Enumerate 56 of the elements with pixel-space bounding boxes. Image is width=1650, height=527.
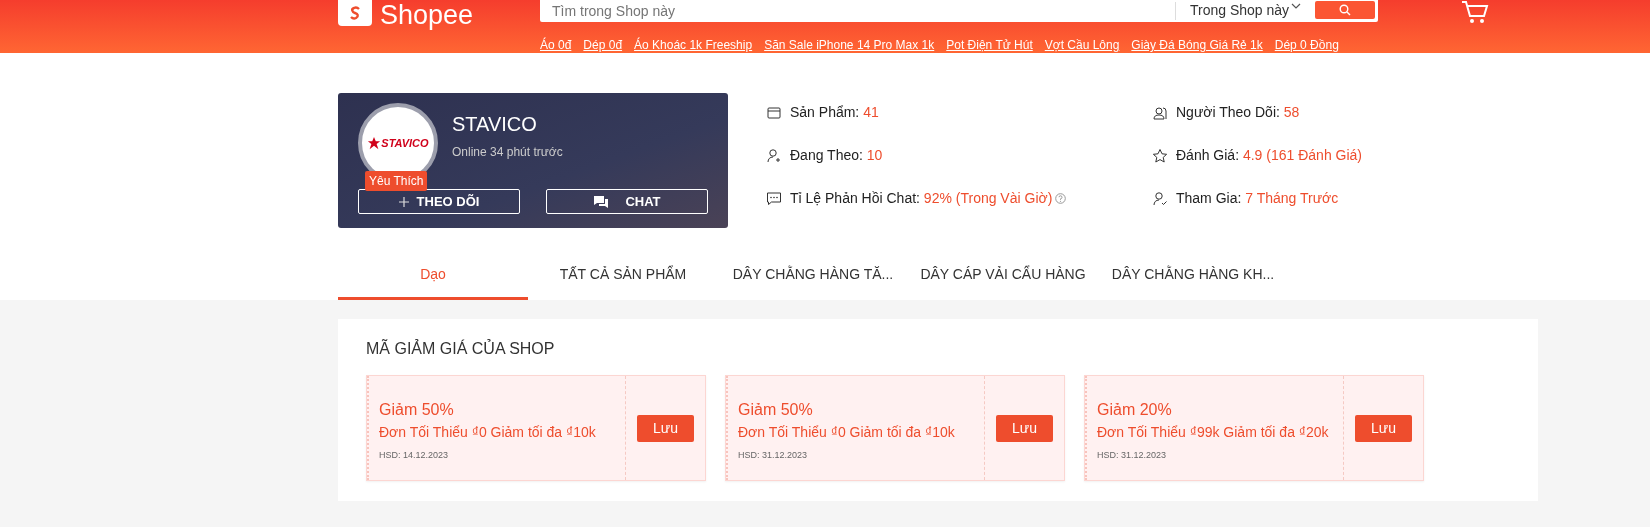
help-icon[interactable] bbox=[1055, 193, 1067, 204]
star-icon bbox=[1152, 147, 1168, 164]
tab[interactable]: Dạo bbox=[338, 250, 528, 300]
follow-button[interactable]: THEO DÕI bbox=[358, 189, 520, 214]
online-status: Online 34 phút trước bbox=[452, 144, 563, 161]
save-button[interactable]: Lưu bbox=[637, 414, 694, 442]
stat-text: Người Theo Dõi: 58 bbox=[1176, 103, 1300, 122]
stat-text: Đang Theo: 10 bbox=[790, 146, 883, 165]
keyword-link[interactable]: Dép 0đ bbox=[583, 36, 623, 54]
person-check-icon bbox=[1152, 190, 1168, 207]
keyword-link[interactable]: Pot Điện Tử Hút bbox=[946, 36, 1033, 54]
store-icon bbox=[766, 104, 782, 121]
discount-text: Giảm 20% bbox=[1097, 400, 1173, 420]
logo-text[interactable]: Shopee bbox=[380, 0, 474, 30]
expiry-text: HSD: 14.12.2023 bbox=[379, 449, 450, 462]
discount-text: Giảm 50% bbox=[738, 400, 814, 420]
search-icon bbox=[1339, 4, 1351, 16]
search-button[interactable] bbox=[1315, 1, 1375, 19]
chat-icon bbox=[593, 194, 610, 209]
plus-icon bbox=[398, 196, 409, 207]
keyword-link[interactable]: Săn Sale iPhone 14 Pro Max 1k bbox=[764, 36, 935, 54]
stat-text: Sản Phẩm: 41 bbox=[790, 103, 879, 122]
tab[interactable]: DÂY CHẰNG HÀNG TĂ... bbox=[718, 250, 908, 300]
save-button[interactable]: Lưu bbox=[996, 414, 1053, 442]
keyword-link[interactable]: Dép 0 Đồng bbox=[1274, 36, 1339, 54]
condition-text: Đơn Tối Thiểu ₫0 Giảm tối đa ₫10k bbox=[738, 423, 956, 442]
cart-icon[interactable] bbox=[1460, 0, 1490, 24]
shop-name: STAVICO bbox=[452, 112, 538, 137]
search-field[interactable]: Tìm trong Shop này Trong Shop này bbox=[540, 0, 1378, 22]
expiry-text: HSD: 31.12.2023 bbox=[738, 449, 809, 462]
chat-icon bbox=[766, 190, 782, 207]
person-add-icon bbox=[766, 147, 782, 164]
tab[interactable]: DÂY CÁP VẢI CẨU HÀNG bbox=[908, 250, 1098, 300]
keyword-link[interactable]: Áo 0đ bbox=[540, 36, 572, 54]
section-title: MÃ GIẢM GIÁ CỦA SHOP bbox=[366, 338, 556, 359]
scope-dropdown[interactable]: Trong Shop này bbox=[1190, 2, 1290, 20]
stat-text: Tỉ Lệ Phản Hồi Chat: 92% (Trong Vài Giờ) bbox=[790, 189, 1053, 208]
logo-icon bbox=[338, 0, 372, 26]
keyword-link[interactable]: Giày Đá Bóng Giá Rẻ 1k bbox=[1131, 36, 1263, 54]
tab[interactable]: TẤT CẢ SẢN PHẨM bbox=[528, 250, 718, 300]
expiry-text: HSD: 31.12.2023 bbox=[1097, 449, 1168, 462]
caret-icon bbox=[1291, 2, 1301, 10]
stat-text: Đánh Giá: 4.9 (161 Đánh Giá) bbox=[1176, 146, 1362, 165]
star-icon bbox=[367, 136, 382, 150]
discount-text: Giảm 50% bbox=[379, 400, 455, 420]
tab[interactable]: DÂY CHẰNG HÀNG KH... bbox=[1098, 250, 1288, 300]
logo-text: STAVICO bbox=[381, 135, 429, 151]
favorite-badge: Yêu Thích bbox=[365, 171, 428, 191]
stat-text: Tham Gia: 7 Tháng Trước bbox=[1176, 189, 1339, 208]
condition-text: Đơn Tối Thiểu ₫99k Giảm tối đa ₫20k bbox=[1097, 423, 1330, 442]
keyword-link[interactable]: Vợt Cầu Lông bbox=[1044, 36, 1120, 54]
save-button[interactable]: Lưu bbox=[1355, 414, 1412, 442]
people-icon bbox=[1152, 104, 1168, 121]
condition-text: Đơn Tối Thiểu ₫0 Giảm tối đa ₫10k bbox=[379, 423, 597, 442]
chat-button[interactable]: CHAT bbox=[546, 189, 708, 214]
keyword-link[interactable]: Áo Khoác 1k Freeship bbox=[634, 36, 753, 54]
